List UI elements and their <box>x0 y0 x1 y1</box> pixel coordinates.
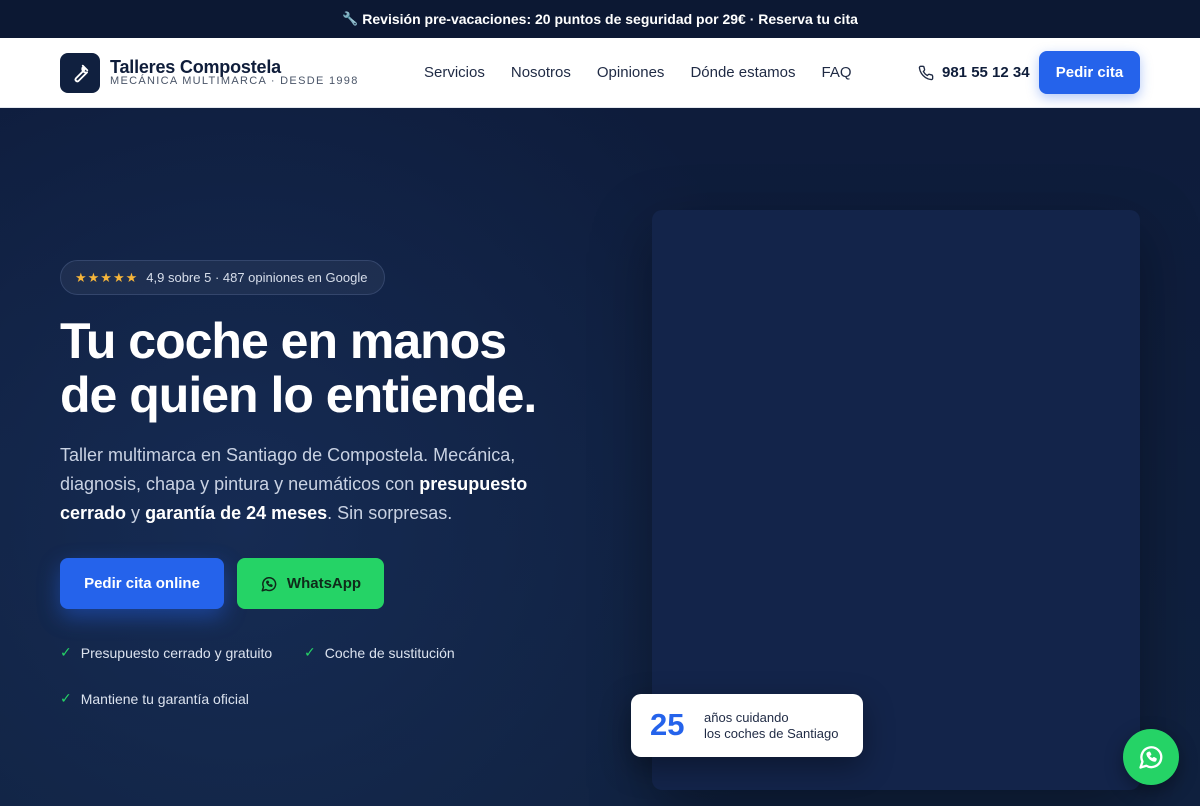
nav-item-faq[interactable]: FAQ <box>822 64 852 81</box>
lead-text: . Sin sorpresas. <box>327 503 453 523</box>
phone-number: 981 55 12 34 <box>942 64 1030 81</box>
nav-item-servicios[interactable]: Servicios <box>424 64 485 81</box>
google-rating-pill[interactable]: ★★★★★ 4,9 sobre 5 · 487 opiniones en Goo… <box>60 260 385 295</box>
site-header: Talleres Compostela MECÁNICA MULTIMARCA … <box>0 38 1200 108</box>
rating-text: 4,9 sobre 5 · 487 opiniones en Google <box>146 270 368 285</box>
brand-tagline: MECÁNICA MULTIMARCA · DESDE 1998 <box>110 75 359 87</box>
book-online-button[interactable]: Pedir cita online <box>60 558 224 609</box>
years-number: 25 <box>650 707 685 742</box>
hero-headline: Tu coche en manos de quien lo entiende. <box>60 314 660 422</box>
feature-label: Mantiene tu garantía oficial <box>80 690 249 707</box>
nav-item-donde-estamos[interactable]: Dónde estamos <box>690 64 795 81</box>
logo[interactable] <box>60 53 100 93</box>
feature-check-warranty: ✓ Mantiene tu garantía oficial <box>60 690 249 707</box>
announcement-bar[interactable]: 🔧 Revisión pre-vacaciones: 20 puntos de … <box>0 0 1200 38</box>
check-icon: ✓ <box>304 644 316 660</box>
headline-line-2: de quien lo entiende. <box>60 367 537 423</box>
check-icon: ✓ <box>60 644 72 660</box>
years-caption: años cuidando los coches de Santiago <box>704 710 854 742</box>
feature-check-replacement-car: ✓ Coche de sustitución <box>304 644 455 661</box>
wrench-icon: 🔧 <box>342 11 359 26</box>
feature-label: Presupuesto cerrado y gratuito <box>80 644 273 661</box>
years-badge: 25 años cuidando los coches de Santiago <box>631 694 863 757</box>
nav-item-opiniones[interactable]: Opiniones <box>597 64 665 81</box>
lead-bold-warranty: garantía de 24 meses <box>145 503 328 523</box>
whatsapp-label: WhatsApp <box>286 575 362 592</box>
years-caption-line-2: los coches de Santiago <box>704 726 839 741</box>
header-book-button[interactable]: Pedir cita <box>1039 51 1140 94</box>
feature-label: Coche de sustitución <box>324 644 455 661</box>
phone-icon <box>918 65 934 80</box>
headline-line-1: Tu coche en manos <box>60 313 507 369</box>
phone-link[interactable]: 981 55 12 34 <box>918 64 1030 81</box>
whatsapp-button[interactable]: WhatsApp <box>237 558 384 609</box>
years-caption-line-1: años cuidando <box>704 710 789 725</box>
main-nav: Servicios Nosotros Opiniones Dónde estam… <box>424 64 852 81</box>
hero-lead: Taller multimarca en Santiago de Compost… <box>60 441 560 528</box>
lead-text: y <box>126 503 146 523</box>
wrench-icon <box>74 64 89 83</box>
check-icon: ✓ <box>60 690 72 706</box>
feature-check-budget: ✓ Presupuesto cerrado y gratuito <box>60 644 272 661</box>
whatsapp-icon <box>261 576 277 591</box>
whatsapp-icon <box>1139 746 1163 769</box>
announcement-text: Revisión pre-vacaciones: 20 puntos de se… <box>362 11 858 27</box>
floating-whatsapp-button[interactable] <box>1123 729 1179 785</box>
nav-item-nosotros[interactable]: Nosotros <box>511 64 571 81</box>
rating-stars-icon: ★★★★★ <box>75 269 139 285</box>
